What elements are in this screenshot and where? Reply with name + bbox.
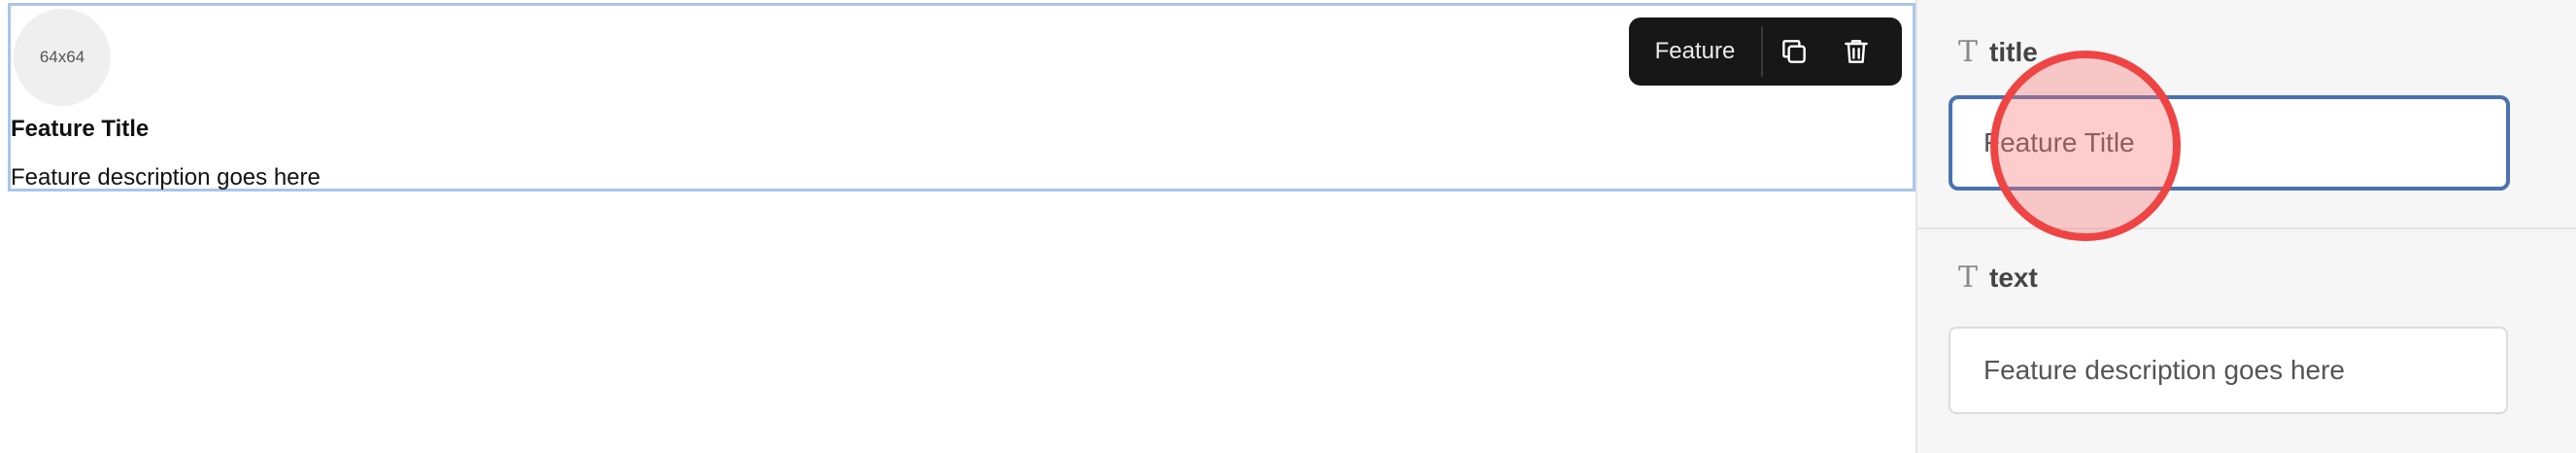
canvas[interactable]: 64x64 Feature Title Feature description … [0,0,1917,453]
field-label-row: T title [1958,37,2038,68]
text-type-icon: T [1958,35,1979,69]
copy-icon [1782,40,1806,63]
component-toolbar: Feature [1629,17,1902,86]
field-label-row: T text [1958,262,2038,294]
text-input[interactable] [1949,327,2508,414]
trash-icon [1845,40,1868,63]
delete-button[interactable] [1825,17,1887,86]
component-type-label: Feature [1654,38,1736,64]
image-placeholder[interactable]: 64x64 [14,9,111,106]
field-title: T title [1917,0,2576,229]
feature-title[interactable]: Feature Title [11,116,149,143]
feature-description[interactable]: Feature description goes here [11,164,321,192]
field-text: T text [1917,231,2576,453]
properties-panel: T title T text [1917,0,2576,453]
field-label: text [1989,262,2038,293]
field-label: title [1989,37,2038,67]
duplicate-button[interactable] [1763,17,1825,86]
text-type-icon: T [1958,261,1979,295]
editor-app: 64x64 Feature Title Feature description … [0,0,2576,453]
title-input[interactable] [1949,95,2510,191]
